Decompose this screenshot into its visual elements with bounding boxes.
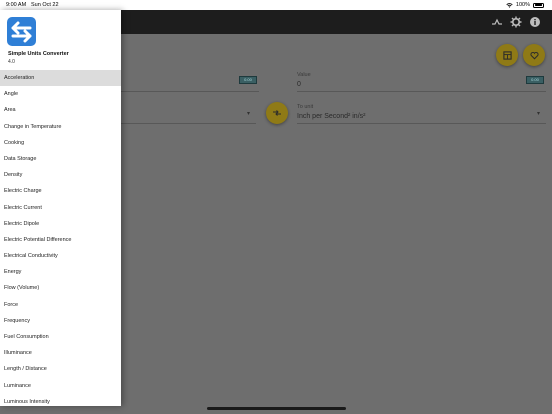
category-item-electric-charge[interactable]: Electric Charge [0, 183, 121, 199]
drawer-header: Simple Units Converter 4.0 [0, 10, 121, 70]
swap-arrows-icon [11, 21, 32, 43]
category-item-cooking[interactable]: Cooking [0, 135, 121, 151]
heart-icon [529, 51, 539, 59]
app-logo [7, 17, 36, 46]
category-item-energy[interactable]: Energy [0, 264, 121, 280]
category-item-change-in-temperature[interactable]: Change in Temperature [0, 119, 121, 135]
category-item-data-storage[interactable]: Data Storage [0, 151, 121, 167]
category-item-electric-current[interactable]: Electric Current [0, 200, 121, 216]
to-unit-tag: 0.00 [526, 76, 544, 84]
wifi-icon [506, 2, 513, 8]
status-right: 100% [506, 2, 544, 8]
to-value-label: Value [297, 72, 311, 78]
from-unit-tag: 0.00 [239, 76, 257, 84]
category-item-flow-volume[interactable]: Flow (Volume) [0, 280, 121, 296]
app-version: 4.0 [8, 59, 15, 65]
category-item-frequency[interactable]: Frequency [0, 313, 121, 329]
to-unit-label: To unit [297, 104, 314, 110]
category-item-force[interactable]: Force [0, 297, 121, 313]
battery-icon [533, 2, 544, 8]
category-item-electric-potential-difference[interactable]: Electric Potential Difference [0, 232, 121, 248]
chevron-down-icon: ▾ [247, 111, 251, 117]
swap-arrows-icon [273, 110, 281, 116]
chevron-down-icon: ▾ [537, 111, 541, 117]
navigation-drawer: Simple Units Converter 4.0 Acceleration A… [0, 10, 121, 406]
category-item-density[interactable]: Density [0, 167, 121, 183]
category-item-electrical-conductivity[interactable]: Electrical Conductivity [0, 248, 121, 264]
favorite-button[interactable] [523, 44, 545, 66]
info-icon[interactable] [529, 16, 541, 28]
status-date: Sun Oct 22 [31, 2, 59, 8]
category-item-electric-dipole[interactable]: Electric Dipole [0, 216, 121, 232]
category-item-luminous-intensity[interactable]: Luminous Intensity [0, 394, 121, 406]
to-value: 0 [297, 81, 301, 88]
calculator-button[interactable] [496, 44, 518, 66]
swap-units-button[interactable] [266, 102, 288, 124]
calculator-icon [502, 50, 512, 60]
category-item-fuel-consumption[interactable]: Fuel Consumption [0, 329, 121, 345]
app-name: Simple Units Converter [8, 51, 69, 57]
home-indicator[interactable] [207, 407, 346, 410]
from-value-field[interactable]: 0.00 [121, 72, 259, 92]
status-bar: 9:00 AM Sun Oct 22 100% [0, 0, 552, 10]
to-value-field[interactable]: Value 0 0.00 [297, 72, 546, 92]
category-list: Acceleration Angle Area Change in Temperatu… [0, 70, 121, 406]
category-item-luminance[interactable]: Luminance [0, 378, 121, 394]
graph-icon[interactable] [491, 16, 503, 28]
status-time: 9:00 AM [6, 2, 27, 8]
category-item-angle[interactable]: Angle [0, 86, 121, 102]
to-unit-select[interactable]: To unit Inch per Second² in/s² ▾ [297, 104, 546, 124]
to-unit-value: Inch per Second² in/s² [297, 113, 366, 120]
from-unit-select[interactable]: ▾ [121, 104, 256, 124]
category-item-length-distance[interactable]: Length / Distance [0, 361, 121, 377]
category-item-area[interactable]: Area [0, 102, 121, 118]
category-item-acceleration[interactable]: Acceleration [0, 70, 121, 87]
battery-percent: 100% [515, 2, 530, 8]
category-item-illuminance[interactable]: Illuminance [0, 345, 121, 361]
gear-icon[interactable] [510, 16, 522, 28]
